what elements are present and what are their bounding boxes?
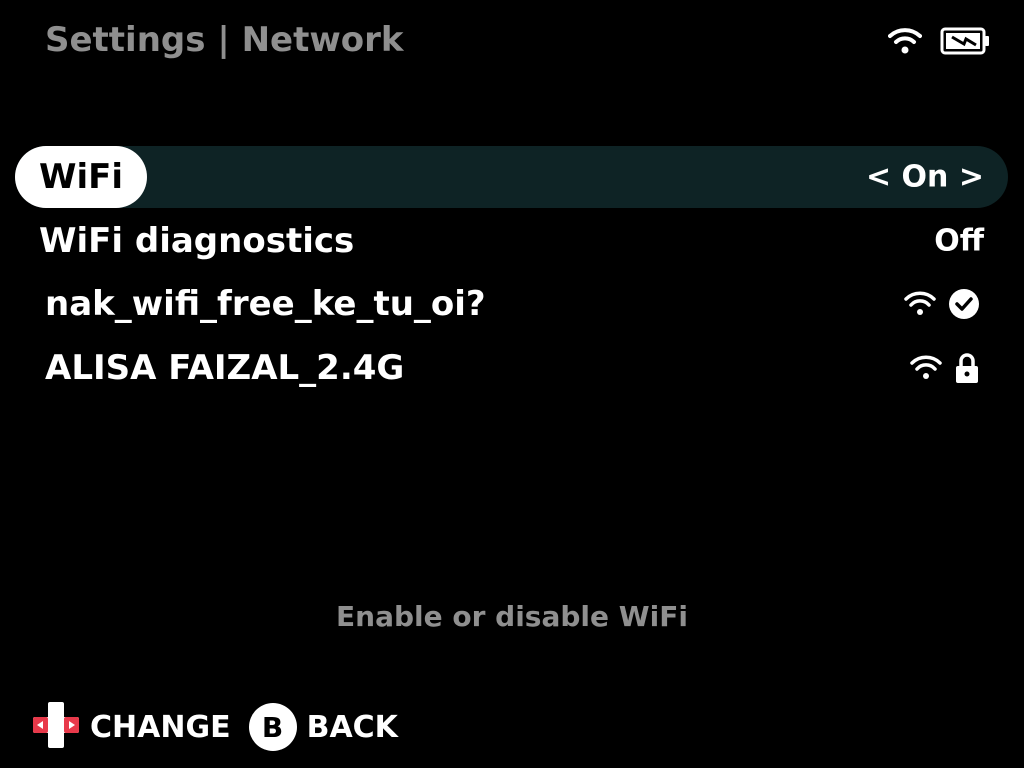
battery-charging-icon [940,26,990,56]
lock-icon [954,352,980,384]
wifi-toggle-row[interactable]: WiFi < On > [15,146,1008,208]
wifi-diagnostics-row[interactable]: WiFi diagnostics Off [15,210,1008,272]
change-action[interactable]: CHANGE [32,701,231,753]
wifi-diagnostics-value: Off [934,223,984,259]
wifi-toggle-value[interactable]: < On > [866,160,984,195]
change-label: CHANGE [90,709,231,745]
back-label: BACK [306,709,398,745]
network-status-icons [904,288,980,320]
network-status-icons [910,352,980,384]
page-title: Settings | Network [45,20,404,60]
network-item-locked[interactable]: ALISA FAIZAL_2.4G [15,337,1008,399]
connected-check-icon [948,288,980,320]
back-action[interactable]: B BACK [248,703,398,751]
wifi-toggle-label: WiFi [15,146,148,208]
wifi-signal-icon [904,291,936,317]
wifi-icon [888,27,922,55]
dpad-icon [32,701,80,753]
wifi-diagnostics-label: WiFi diagnostics [39,221,355,261]
network-item-connected[interactable]: nak_wifi_free_ke_tu_oi? [15,273,1008,335]
b-button-icon: B [248,703,297,751]
wifi-signal-icon [910,355,942,381]
status-bar [888,26,990,56]
network-name: nak_wifi_free_ke_tu_oi? [45,284,486,324]
network-name: ALISA FAIZAL_2.4G [45,348,405,388]
hint-text: Enable or disable WiFi [336,600,688,633]
button-legend: CHANGE B BACK [32,702,416,752]
